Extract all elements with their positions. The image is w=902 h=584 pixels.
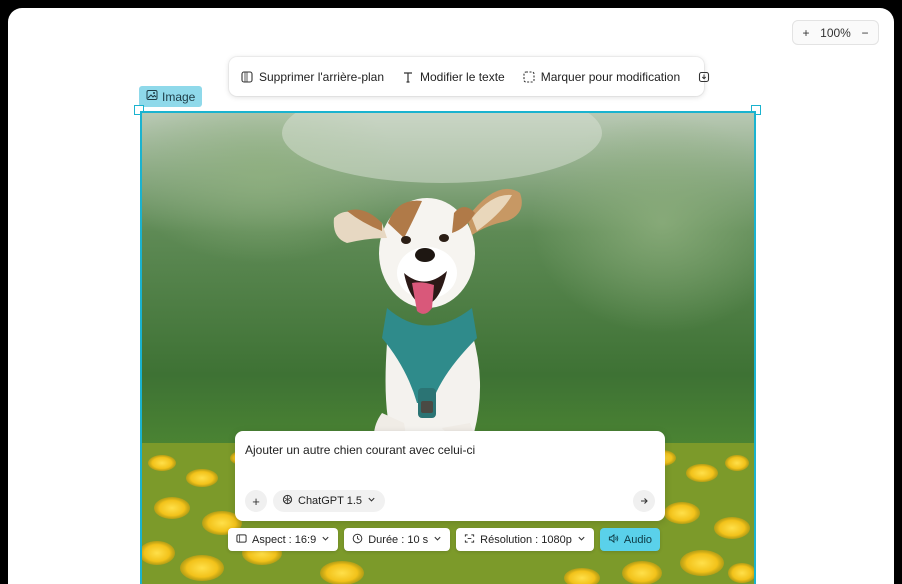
edit-text-button[interactable]: Modifier le texte — [402, 70, 505, 84]
download-button[interactable] — [698, 71, 710, 83]
selection-icon — [523, 70, 535, 83]
add-attachment-button[interactable]: + — [245, 490, 267, 512]
remove-background-button[interactable]: Supprimer l'arrière-plan — [241, 70, 384, 84]
app-window: + 100% − Supprimer l'arrière-plan Modifi… — [8, 8, 894, 584]
aspect-icon — [236, 533, 247, 547]
chevron-down-icon — [367, 495, 376, 507]
arrow-right-icon — [639, 494, 649, 509]
audio-toggle[interactable]: Audio — [599, 528, 661, 551]
download-icon — [698, 71, 710, 83]
openai-icon — [282, 494, 293, 508]
generation-options: Aspect : 16:9 Durée : 10 s Résolution : … — [228, 528, 661, 551]
edit-text-label: Modifier le texte — [420, 69, 505, 84]
prompt-actions: + ChatGPT 1.5 — [245, 490, 655, 512]
resolution-icon — [464, 533, 475, 547]
prompt-card: Ajouter un autre chien courant avec celu… — [235, 431, 665, 521]
image-icon — [146, 89, 158, 104]
audio-label: Audio — [623, 533, 653, 546]
remove-background-icon — [241, 70, 253, 83]
model-selector[interactable]: ChatGPT 1.5 — [273, 490, 385, 512]
duration-label: Durée : 10 s — [368, 533, 429, 546]
resolution-label: Résolution : 1080p — [480, 533, 572, 546]
image-tag-label: Image — [162, 89, 196, 104]
mark-for-edit-button[interactable]: Marquer pour modification — [523, 70, 680, 84]
send-button[interactable] — [633, 490, 655, 512]
remove-background-label: Supprimer l'arrière-plan — [259, 69, 385, 84]
resolution-selector[interactable]: Résolution : 1080p — [456, 528, 594, 551]
zoom-level: 100% — [820, 25, 851, 40]
speaker-icon — [608, 533, 619, 547]
image-layer-tag[interactable]: Image — [139, 86, 203, 107]
duration-selector[interactable]: Durée : 10 s — [344, 528, 451, 551]
chevron-down-icon — [321, 534, 330, 546]
model-name: ChatGPT 1.5 — [298, 495, 362, 507]
aspect-label: Aspect : 16:9 — [252, 533, 317, 546]
chevron-down-icon — [433, 534, 442, 546]
aspect-selector[interactable]: Aspect : 16:9 — [228, 528, 339, 551]
chevron-down-icon — [577, 534, 586, 546]
clock-icon — [352, 533, 363, 547]
text-icon — [402, 71, 414, 83]
zoom-in-button[interactable]: + — [799, 26, 813, 40]
image-toolbar: Supprimer l'arrière-plan Modifier le tex… — [229, 57, 710, 96]
zoom-out-button[interactable]: − — [858, 26, 872, 40]
prompt-input[interactable]: Ajouter un autre chien courant avec celu… — [245, 443, 655, 457]
plus-icon: + — [252, 493, 260, 509]
mark-for-edit-label: Marquer pour modification — [540, 69, 681, 84]
zoom-control: + 100% − — [792, 20, 879, 45]
